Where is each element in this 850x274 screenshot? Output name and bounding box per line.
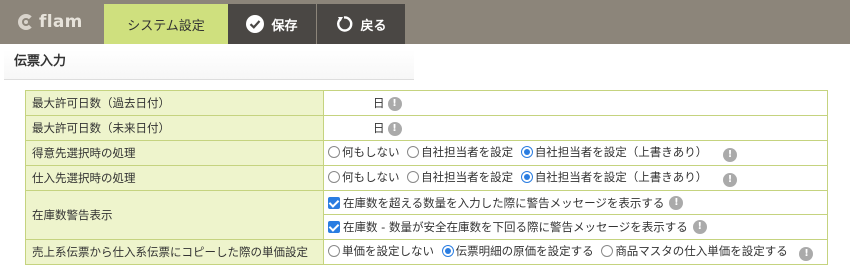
value-price-copy: 単価を設定しない 伝票明細の原価を設定する 商品マスタの仕入単価を設定する ! [323,239,828,265]
section-title: 伝票入力 [4,50,414,80]
label-max-future: 最大許可日数（未来日付） [25,115,324,141]
option-label: 何もしない [342,170,400,185]
logo-text: flam [39,12,83,32]
radio[interactable] [407,171,420,184]
customer-option-none[interactable]: 何もしない [328,144,400,160]
radio-selected[interactable] [520,146,533,159]
row-customer: 得意先選択時の処理 何もしない 自社担当者を設定 自社担当者を設定（上書きあり）… [25,140,828,166]
label-price-copy: 売上系伝票から仕入系伝票にコピーした際の単価設定 [25,239,324,265]
max-future-unit: 日 [373,121,385,135]
back-button[interactable]: 戻る [317,4,405,44]
value-max-past: 日! [323,90,828,116]
radio[interactable] [328,245,340,258]
supplier-option-overwrite[interactable]: 自社担当者を設定（上書きあり） [520,169,708,185]
option-label: 商品マスタの仕入単価を設定する [615,244,788,259]
customer-option-overwrite[interactable]: 自社担当者を設定（上書きあり） [520,144,708,160]
row-max-past: 最大許可日数（過去日付） 日! [25,90,828,116]
radio[interactable] [328,146,340,159]
price-option-cost[interactable]: 伝票明細の原価を設定する [441,243,594,259]
info-icon[interactable]: ! [669,195,684,210]
option-label: 自社担当者を設定 [421,170,514,185]
check-label: 在庫数 - 数量が安全在庫数を下回る際に警告メッセージを表示する [343,220,688,234]
option-label: 自社担当者を設定 [421,145,514,160]
price-option-master[interactable]: 商品マスタの仕入単価を設定する [601,243,788,259]
info-icon[interactable]: ! [722,172,737,187]
customer-option-set[interactable]: 自社担当者を設定 [407,144,513,160]
stock-check-2[interactable]: 在庫数 - 数量が安全在庫数を下回る際に警告メッセージを表示する! [324,215,827,239]
save-button[interactable]: 保存 [228,4,316,44]
row-price-copy: 売上系伝票から仕入系伝票にコピーした際の単価設定 単価を設定しない 伝票明細の原… [25,239,828,265]
check-circle-icon [246,15,265,33]
label-max-past: 最大許可日数（過去日付） [25,90,324,116]
tab-system-settings[interactable]: システム設定 [104,4,228,44]
supplier-option-set[interactable]: 自社担当者を設定 [407,169,513,185]
info-icon[interactable]: ! [387,121,402,136]
value-max-future: 日! [323,115,828,141]
back-label: 戻る [360,18,387,34]
radio-selected[interactable] [520,171,533,184]
option-label: 何もしない [342,145,400,160]
info-icon[interactable]: ! [387,96,402,111]
info-icon[interactable]: ! [692,220,707,234]
value-supplier: 何もしない 自社担当者を設定 自社担当者を設定（上書きあり） ! [323,165,828,191]
value-stock-warning: 在庫数を超える数量を入力した際に警告メッセージを表示する! 在庫数 - 数量が安… [323,190,828,240]
option-label: 自社担当者を設定（上書きあり） [534,145,708,160]
logo[interactable]: flam [0,0,104,44]
checkbox-checked[interactable] [328,196,340,209]
info-icon[interactable]: ! [799,246,814,261]
price-option-none[interactable]: 単価を設定しない [328,243,434,259]
settings-form: 最大許可日数（過去日付） 日! 最大許可日数（未来日付） 日! 得意先選択時の処… [25,90,828,265]
save-label: 保存 [271,18,298,34]
option-label: 自社担当者を設定（上書きあり） [534,170,708,185]
stock-check-1[interactable]: 在庫数を超える数量を入力した際に警告メッセージを表示する! [324,191,827,215]
radio[interactable] [328,171,340,184]
radio[interactable] [407,146,420,159]
label-stock-warning: 在庫数警告表示 [25,190,324,240]
radio[interactable] [601,245,614,258]
radio-selected[interactable] [441,245,454,258]
label-customer: 得意先選択時の処理 [25,140,324,166]
check-label: 在庫数を超える数量を入力した際に警告メッセージを表示する [343,195,665,210]
option-label: 伝票明細の原価を設定する [455,244,594,259]
value-customer: 何もしない 自社担当者を設定 自社担当者を設定（上書きあり） ! [323,140,828,166]
label-supplier: 仕入先選択時の処理 [25,165,324,191]
supplier-option-none[interactable]: 何もしない [328,169,400,185]
row-max-future: 最大許可日数（未来日付） 日! [25,115,828,141]
flam-logo-icon [18,14,34,30]
option-label: 単価を設定しない [342,244,434,259]
info-icon[interactable]: ! [722,147,737,162]
undo-arrow-icon [337,16,353,32]
row-stock-warning: 在庫数警告表示 在庫数を超える数量を入力した際に警告メッセージを表示する! 在庫… [25,190,828,240]
row-supplier: 仕入先選択時の処理 何もしない 自社担当者を設定 自社担当者を設定（上書きあり）… [25,165,828,191]
checkbox-checked[interactable] [328,221,340,233]
max-past-unit: 日 [373,96,385,110]
